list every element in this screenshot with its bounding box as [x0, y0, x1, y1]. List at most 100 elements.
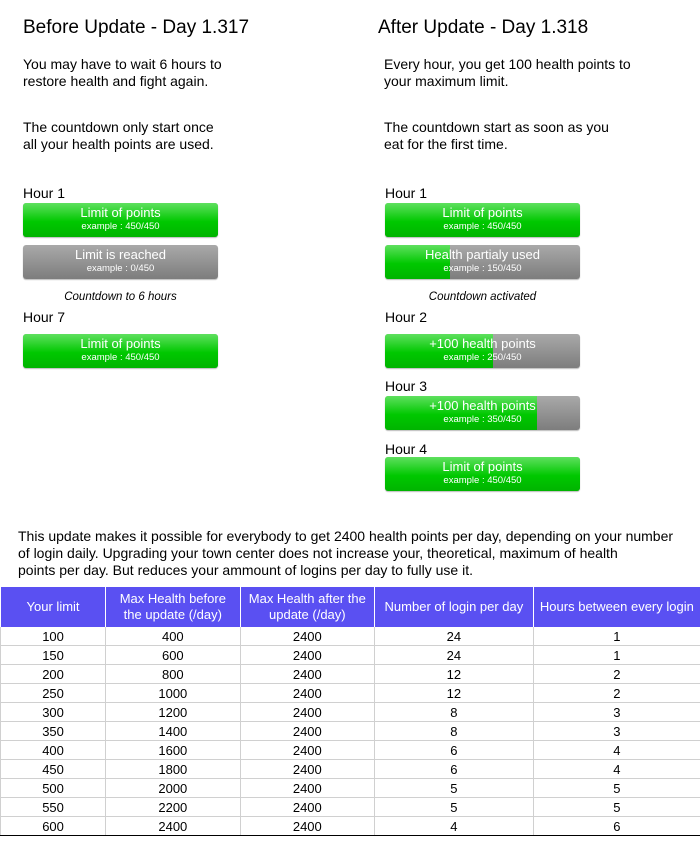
- table-cell: 2: [532, 683, 700, 703]
- countdown-note: Countdown to 6 hours: [64, 291, 177, 303]
- table-row: 350 1400 2400 8 3: [0, 721, 700, 741]
- table-cell: 5: [374, 778, 534, 798]
- table-cell: 1800: [105, 759, 241, 779]
- health-bar-example: example : 0/450: [86, 263, 155, 274]
- health-bar: Limit of points example : 450/450: [385, 203, 580, 237]
- table-cell: 12: [374, 664, 534, 684]
- health-bar: +100 health points example : 350/450: [385, 396, 580, 430]
- login-table: Your limit Max Health before the update (…: [0, 587, 700, 836]
- health-bar: Limit of points example : 450/450: [23, 203, 218, 237]
- health-bar-label: Limit of points: [442, 205, 523, 220]
- table-cell: 100: [0, 627, 106, 646]
- health-bar-example: example : 250/450: [443, 352, 522, 363]
- health-bar-example: example : 450/450: [443, 221, 522, 232]
- table-cell: 2400: [239, 645, 375, 665]
- table-row: 500 2000 2400 5 5: [0, 778, 700, 798]
- table-cell: 4: [532, 740, 700, 760]
- table-cell: 500: [0, 778, 106, 798]
- table-cell: 1000: [105, 683, 241, 703]
- table-row: 450 1800 2400 6 4: [0, 759, 700, 779]
- table-row: 150 600 2400 24 1: [0, 645, 700, 665]
- table-cell: 150: [0, 645, 106, 665]
- table-cell: 4: [374, 816, 534, 836]
- health-bar-label: +100 health points: [429, 336, 536, 351]
- hour-label: Hour 2: [385, 309, 428, 325]
- table-row: 550 2200 2400 5 5: [0, 797, 700, 817]
- countdown-note: Countdown activated: [428, 291, 537, 303]
- table-row: 400 1600 2400 6 4: [0, 740, 700, 760]
- table-cell: 550: [0, 797, 106, 817]
- health-bar-label: Limit is reached: [74, 247, 167, 262]
- table-cell: 4: [532, 759, 700, 779]
- table-cell: 1600: [105, 740, 241, 760]
- table-row: 300 1200 2400 8 3: [0, 702, 700, 722]
- after-text-2: The countdown start as soon as you eat fo…: [384, 119, 609, 152]
- table-cell: 2400: [239, 721, 375, 741]
- table-cell: 2400: [239, 683, 375, 703]
- table-cell: 600: [0, 816, 106, 836]
- hour-label: Hour 1: [23, 185, 66, 201]
- table-cell: 400: [105, 627, 241, 646]
- table-cell: 200: [0, 664, 106, 684]
- table-cell: 800: [105, 664, 241, 684]
- table-cell: 2200: [105, 797, 241, 817]
- table-cell: 1400: [105, 721, 241, 741]
- table-cell: 8: [374, 721, 534, 741]
- table-row: 100 400 2400 24 1: [0, 627, 700, 646]
- table-cell: 2400: [239, 740, 375, 760]
- after-text-1: Every hour, you get 100 health points to…: [384, 56, 631, 89]
- table-cell: 12: [374, 683, 534, 703]
- column-header: Max Health after the update (/day): [239, 587, 375, 627]
- health-bar: Limit of points example : 450/450: [385, 457, 580, 491]
- table-cell: 3: [532, 721, 700, 741]
- health-bar-label: +100 health points: [429, 398, 536, 413]
- health-bar-example: example : 350/450: [443, 414, 522, 425]
- table-cell: 5: [532, 797, 700, 817]
- before-text-1: You may have to wait 6 hours to restore h…: [23, 56, 222, 89]
- before-title: Before Update - Day 1.317: [23, 17, 250, 38]
- health-bar-label: Limit of points: [80, 336, 161, 351]
- table-cell: 6: [532, 816, 700, 836]
- health-bar-label: Limit of points: [80, 205, 161, 220]
- after-title: After Update - Day 1.318: [378, 17, 589, 38]
- health-bar-example: example : 450/450: [443, 475, 522, 486]
- table-cell: 400: [0, 740, 106, 760]
- health-bar: +100 health points example : 250/450: [385, 334, 580, 368]
- table-cell: 2400: [239, 627, 375, 646]
- table-cell: 5: [374, 797, 534, 817]
- table-cell: 6: [374, 759, 534, 779]
- table-cell: 24: [374, 627, 534, 646]
- table-cell: 2400: [239, 664, 375, 684]
- table-cell: 2400: [239, 702, 375, 722]
- hour-label: Hour 3: [385, 378, 428, 394]
- hour-label: Hour 7: [23, 309, 66, 325]
- table-cell: 3: [532, 702, 700, 722]
- column-header: Max Health before the update (/day): [105, 587, 241, 627]
- table-row: 200 800 2400 12 2: [0, 664, 700, 684]
- table-cell: 2400: [105, 816, 241, 836]
- column-header: Your limit: [0, 587, 106, 627]
- health-bar-label: Health partialy used: [425, 247, 540, 262]
- table-cell: 350: [0, 721, 106, 741]
- summary-text: This update makes it possible for everyb…: [18, 528, 674, 578]
- table-cell: 1: [532, 627, 700, 646]
- health-bar-example: example : 150/450: [443, 263, 522, 274]
- table-cell: 250: [0, 683, 106, 703]
- table-cell: 1: [532, 645, 700, 665]
- column-header: Number of login per day: [374, 587, 534, 627]
- table-cell: 8: [374, 702, 534, 722]
- table-cell: 2000: [105, 778, 241, 798]
- before-text-2: The countdown only start once all your he…: [23, 119, 214, 152]
- table-cell: 300: [0, 702, 106, 722]
- hour-label: Hour 4: [385, 441, 428, 457]
- table-cell: 2400: [239, 797, 375, 817]
- health-bar-example: example : 450/450: [81, 221, 160, 232]
- table-cell: 5: [532, 778, 700, 798]
- column-header: Hours between every login: [532, 587, 700, 627]
- health-bar: Limit is reached example : 0/450: [23, 245, 218, 279]
- table-cell: 450: [0, 759, 106, 779]
- table-cell: 1200: [105, 702, 241, 722]
- health-bar-example: example : 450/450: [81, 352, 160, 363]
- hour-label: Hour 1: [385, 185, 428, 201]
- table-cell: 2400: [239, 816, 375, 836]
